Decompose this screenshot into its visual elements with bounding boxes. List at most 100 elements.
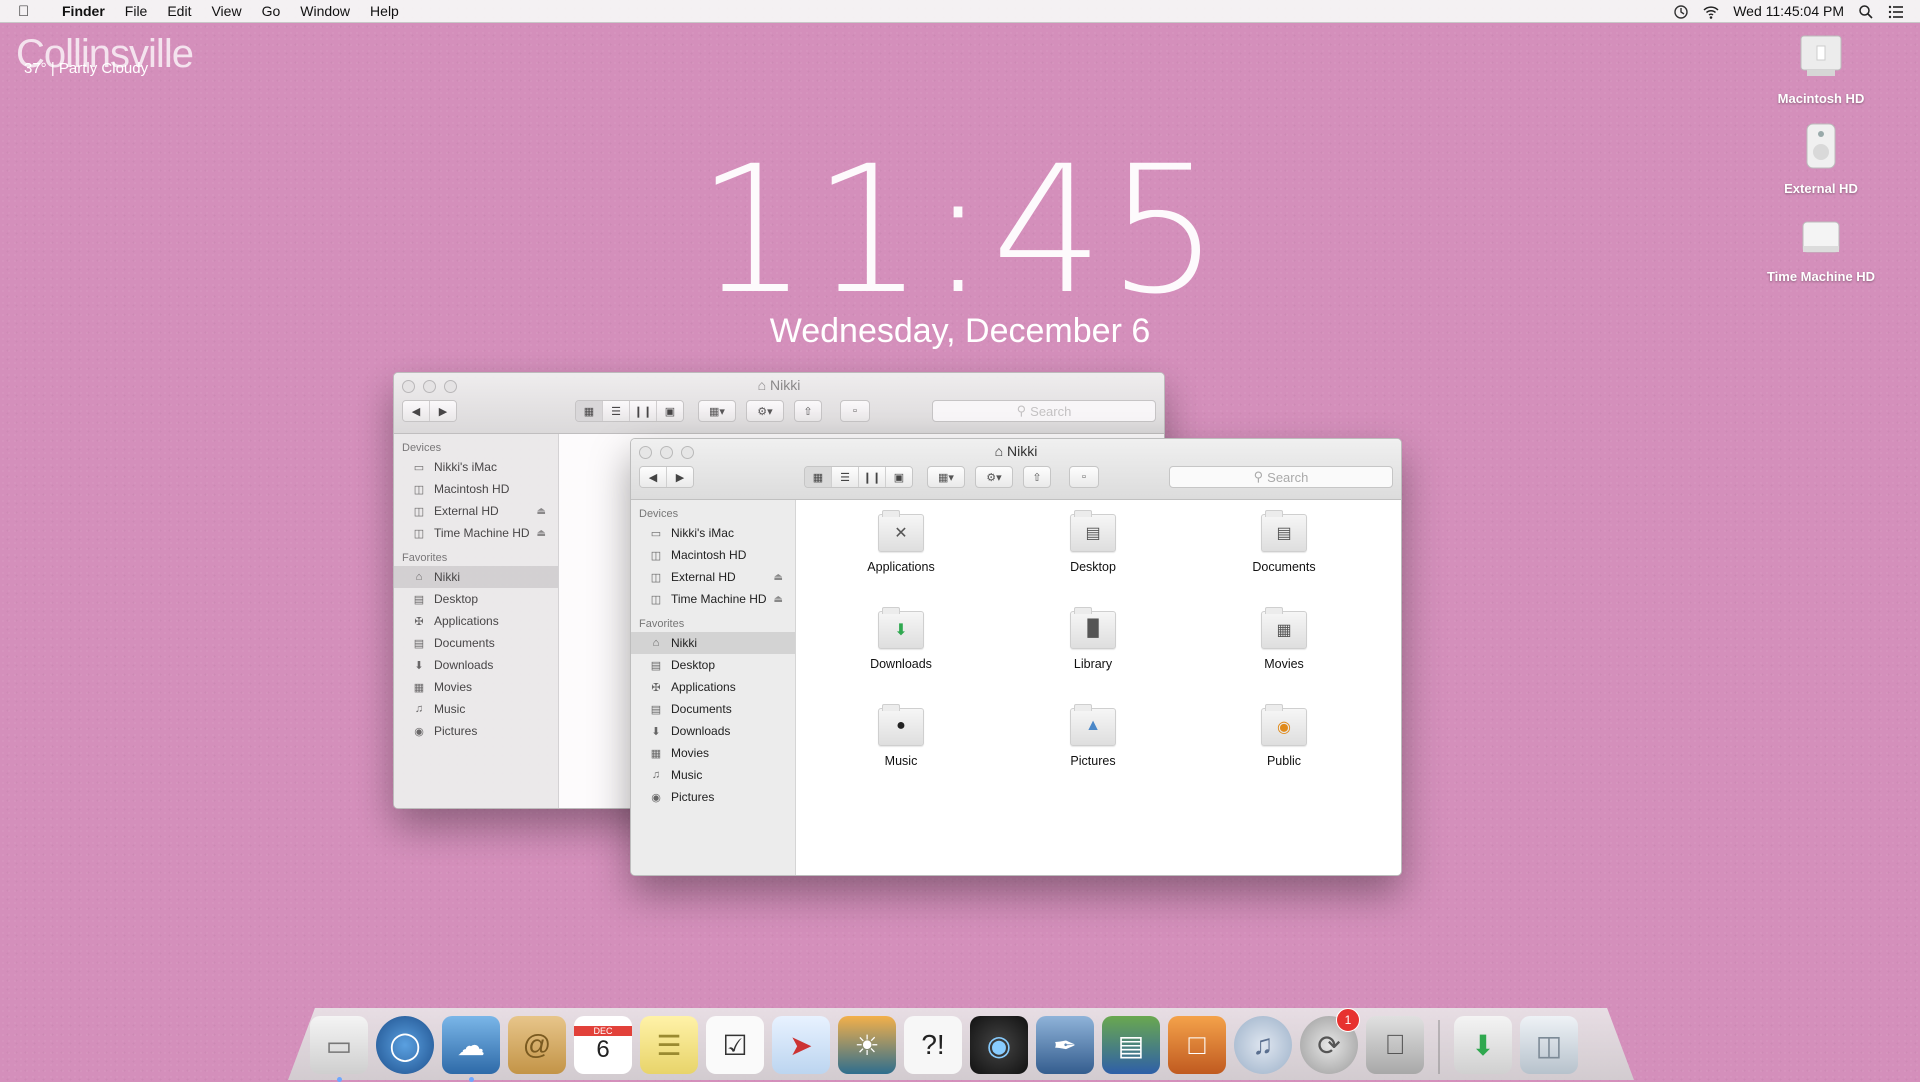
dock-pen-icon[interactable]: ✒ <box>1036 1016 1094 1074</box>
sidebar-item-documents[interactable]: ▤ Documents <box>631 698 795 720</box>
notification-center-icon[interactable] <box>1888 4 1904 19</box>
dock-finder-icon[interactable]: ▭ <box>310 1016 368 1082</box>
sidebar-item-macintosh-hd[interactable]: ◫ Macintosh HD <box>394 478 558 500</box>
eject-icon[interactable]: ⏏ <box>774 594 783 605</box>
window-titlebar[interactable]: ⌂ Nikki ◀ ▶ ▦ ☰ ❙❙ ▣ ▦▾ ⚙▾ ⇧ ▫ ⚲ Search <box>394 373 1164 434</box>
arrange-button[interactable]: ▦▾ <box>698 400 736 422</box>
action-gear-button[interactable]: ⚙▾ <box>975 466 1013 488</box>
sidebar-item-external-hd[interactable]: ◫ External HD ⏏ <box>394 500 558 522</box>
sidebar-item-desktop[interactable]: ▤ Desktop <box>631 654 795 676</box>
menu-file[interactable]: File <box>115 3 158 19</box>
window-titlebar[interactable]: ⌂ Nikki ◀ ▶ ▦ ☰ ❙❙ ▣ ▦▾ ⚙▾ ⇧ ▫ ⚲ Search <box>631 439 1401 500</box>
forward-button[interactable]: ▶ <box>667 467 693 487</box>
folder-item-movies[interactable]: ▦ Movies <box>1224 607 1344 671</box>
desktop-icon-time-machine-hd[interactable]: Time Machine HD <box>1756 216 1886 284</box>
folder-item-music[interactable]: ● Music <box>841 704 961 768</box>
finder-window-front[interactable]: ⌂ Nikki ◀ ▶ ▦ ☰ ❙❙ ▣ ▦▾ ⚙▾ ⇧ ▫ ⚲ Search <box>630 438 1402 876</box>
sidebar-item-pictures[interactable]: ◉ Pictures <box>631 786 795 808</box>
sidebar-item-time-machine-hd[interactable]: ◫ Time Machine HD ⏏ <box>631 588 795 610</box>
apple-menu-icon[interactable]:  <box>18 3 40 20</box>
dock-maps-icon[interactable]: ➤ <box>772 1016 830 1074</box>
sidebar-item-downloads[interactable]: ⬇ Downloads <box>631 720 795 742</box>
folder-item-desktop[interactable]: ▤ Desktop <box>1033 510 1153 574</box>
time-machine-icon[interactable] <box>1673 4 1689 19</box>
dock-mail-icon[interactable]: @ <box>508 1016 566 1074</box>
list-view-button[interactable]: ☰ <box>603 401 630 421</box>
desktop-icon-label: Macintosh HD <box>1777 91 1865 106</box>
sidebar-item-imac[interactable]: ▭ Nikki's iMac <box>394 456 558 478</box>
share-button[interactable]: ⇧ <box>794 400 822 422</box>
column-view-button[interactable]: ❙❙ <box>630 401 657 421</box>
wifi-icon[interactable] <box>1703 4 1719 19</box>
menubar-clock[interactable]: Wed 11:45:04 PM <box>1733 3 1844 19</box>
menu-go[interactable]: Go <box>252 3 291 19</box>
dock-photos-icon[interactable]: ☀ <box>838 1016 896 1074</box>
sidebar-item-nikki[interactable]: ⌂ Nikki <box>631 632 795 654</box>
menu-app-finder[interactable]: Finder <box>52 3 115 19</box>
folder-item-pictures[interactable]: ▲ Pictures <box>1033 704 1153 768</box>
sidebar-item-imac[interactable]: ▭ Nikki's iMac <box>631 522 795 544</box>
dock-weather-icon[interactable]: ☁ <box>442 1016 500 1082</box>
window-content[interactable]: ✕ Applications ▤ Desktop ▤ Documents ⬇ D… <box>796 500 1401 875</box>
menu-window[interactable]: Window <box>290 3 360 19</box>
dock-calendar-icon[interactable]: DEC 6 <box>574 1016 632 1074</box>
dock-trash-icon[interactable]: ◫ <box>1520 1016 1578 1074</box>
dock-music-icon[interactable]: ♫ <box>1234 1016 1292 1074</box>
search-field[interactable]: ⚲ Search <box>1169 466 1393 488</box>
folder-item-library[interactable]: █ Library <box>1033 607 1153 671</box>
eject-icon[interactable]: ⏏ <box>537 506 546 517</box>
dock-charts-icon[interactable]: ▤ <box>1102 1016 1160 1074</box>
dock-sync-icon[interactable]: ⟳ 1 <box>1300 1008 1360 1074</box>
icon-view-button[interactable]: ▦ <box>805 467 832 487</box>
icon-view-button[interactable]: ▦ <box>576 401 603 421</box>
dock-keynote-icon[interactable]: □ <box>1168 1016 1226 1074</box>
sidebar-item-macintosh-hd[interactable]: ◫ Macintosh HD <box>631 544 795 566</box>
sidebar-item-time-machine-hd[interactable]: ◫ Time Machine HD ⏏ <box>394 522 558 544</box>
sidebar-item-applications[interactable]: ✠ Applications <box>394 610 558 632</box>
share-button[interactable]: ⇧ <box>1023 466 1051 488</box>
sidebar-item-movies[interactable]: ▦ Movies <box>631 742 795 764</box>
dock-camera-icon[interactable]: ◉ <box>970 1016 1028 1074</box>
dock-downloads-icon[interactable]: ⬇ <box>1454 1016 1512 1074</box>
tags-button[interactable]: ▫ <box>1069 466 1099 488</box>
cover-flow-button[interactable]: ▣ <box>886 467 912 487</box>
eject-icon[interactable]: ⏏ <box>774 572 783 583</box>
sidebar-item-applications[interactable]: ✠ Applications <box>631 676 795 698</box>
back-button[interactable]: ◀ <box>640 467 667 487</box>
dock-notes-icon[interactable]: ☰ <box>640 1016 698 1074</box>
menu-view[interactable]: View <box>201 3 251 19</box>
dock-globe-icon[interactable]: ◯ <box>376 1016 434 1074</box>
tags-button[interactable]: ▫ <box>840 400 870 422</box>
eject-icon[interactable]: ⏏ <box>537 528 546 539</box>
menu-edit[interactable]: Edit <box>157 3 201 19</box>
cover-flow-button[interactable]: ▣ <box>657 401 683 421</box>
back-button[interactable]: ◀ <box>403 401 430 421</box>
action-gear-button[interactable]: ⚙▾ <box>746 400 784 422</box>
forward-button[interactable]: ▶ <box>430 401 456 421</box>
folder-item-downloads[interactable]: ⬇ Downloads <box>841 607 961 671</box>
menu-help[interactable]: Help <box>360 3 409 19</box>
sidebar-item-downloads[interactable]: ⬇ Downloads <box>394 654 558 676</box>
dock-reminders-icon[interactable]: ☑ <box>706 1016 764 1074</box>
folder-item-documents[interactable]: ▤ Documents <box>1224 510 1344 574</box>
sidebar-item-desktop[interactable]: ▤ Desktop <box>394 588 558 610</box>
folder-label: Pictures <box>1070 754 1116 768</box>
sidebar-item-music[interactable]: ♫ Music <box>631 764 795 786</box>
search-field[interactable]: ⚲ Search <box>932 400 1156 422</box>
dock-help-icon[interactable]: ?! <box>904 1016 962 1074</box>
sidebar-item-movies[interactable]: ▦ Movies <box>394 676 558 698</box>
dock-system-preferences-icon[interactable]:  <box>1366 1016 1424 1074</box>
sidebar-item-nikki[interactable]: ⌂ Nikki <box>394 566 558 588</box>
sidebar-item-pictures[interactable]: ◉ Pictures <box>394 720 558 742</box>
desktop-icon-external-hd[interactable]: External HD <box>1756 122 1886 196</box>
folder-item-applications[interactable]: ✕ Applications <box>841 510 961 574</box>
list-view-button[interactable]: ☰ <box>832 467 859 487</box>
sidebar-item-external-hd[interactable]: ◫ External HD ⏏ <box>631 566 795 588</box>
desktop-icon-macintosh-hd[interactable]: Macintosh HD <box>1756 32 1886 106</box>
arrange-button[interactable]: ▦▾ <box>927 466 965 488</box>
spotlight-search-icon[interactable] <box>1858 4 1874 19</box>
column-view-button[interactable]: ❙❙ <box>859 467 886 487</box>
folder-item-public[interactable]: ◉ Public <box>1224 704 1344 768</box>
sidebar-item-music[interactable]: ♫ Music <box>394 698 558 720</box>
sidebar-item-documents[interactable]: ▤ Documents <box>394 632 558 654</box>
